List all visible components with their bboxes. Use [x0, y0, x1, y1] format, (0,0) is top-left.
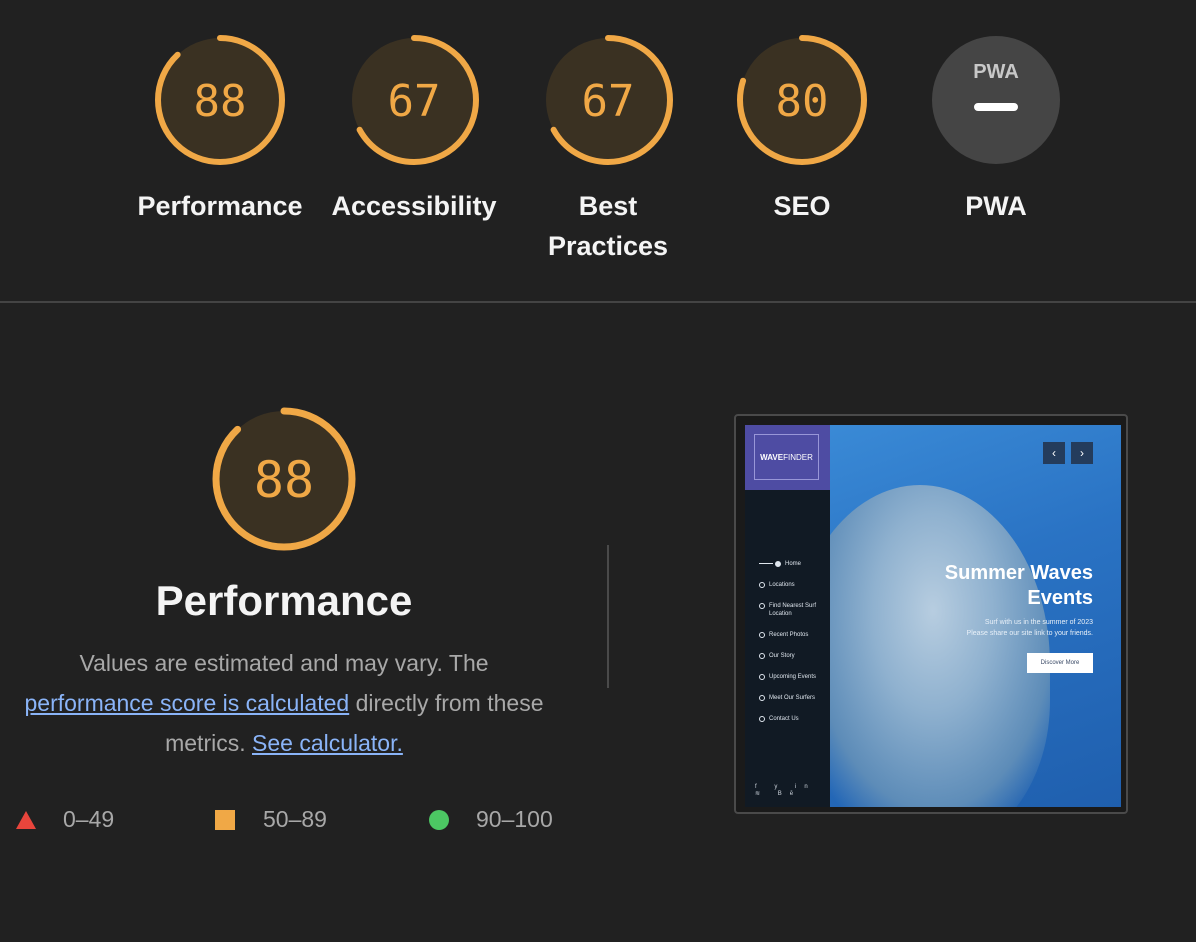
- gauge-label: Performance: [137, 191, 303, 221]
- nav-item: Find Nearest Surf Location: [759, 602, 829, 618]
- gauge-label: PWA: [965, 191, 1027, 221]
- nav-item: Locations: [759, 581, 829, 589]
- next-arrow-icon: ›: [1071, 442, 1093, 464]
- desc-text: Values are estimated and may vary. The: [79, 650, 489, 676]
- score-legend: 0–49 50–89 90–100: [0, 806, 600, 836]
- gauge-ring: 67: [349, 35, 479, 165]
- category-gauges: 88 Performance 67 Accessibility 67 Best …: [0, 0, 1196, 302]
- legend-range: 50–89: [263, 806, 327, 832]
- hero-title: Summer Waves Events: [944, 562, 1093, 609]
- dolphin-image: [830, 485, 1050, 807]
- prev-arrow-icon: ‹: [1043, 442, 1065, 464]
- site-nav: Home Locations Find Nearest Surf Locatio…: [759, 560, 829, 736]
- performance-description: Values are estimated and may vary. The p…: [0, 643, 568, 763]
- gauge-score: 67: [388, 76, 441, 127]
- performance-summary: 88 Performance Values are estimated and …: [0, 405, 568, 763]
- gauge-seo[interactable]: 80 SEO: [702, 32, 902, 226]
- gauge-label: Best Practices: [547, 191, 669, 261]
- gauge-accessibility[interactable]: 67 Accessibility: [314, 32, 514, 226]
- gauge-pwa[interactable]: PWA PWA: [896, 32, 1096, 226]
- nav-item: Our Story: [759, 652, 829, 660]
- gauge-ring: 88: [155, 35, 285, 165]
- vertical-divider: [607, 545, 609, 688]
- gauge-label: SEO: [773, 191, 831, 221]
- legend-range: 90–100: [476, 806, 553, 832]
- gauge-score: 88: [194, 76, 247, 127]
- gauge-score: 67: [582, 76, 635, 127]
- hero-subtitle: Surf with us in the summer of 2023 Please…: [966, 619, 1093, 637]
- gauge-best-practices[interactable]: 67 Best Practices: [508, 32, 708, 266]
- pwa-badge-icon: PWA: [932, 36, 1060, 164]
- score-calculation-link[interactable]: performance score is calculated: [24, 690, 349, 716]
- section-divider: [0, 301, 1196, 303]
- gauge-score: 80: [776, 76, 829, 127]
- nav-item-home: Home: [759, 560, 829, 568]
- logo-bold-text: WAVE: [760, 452, 784, 462]
- gauge-label: Accessibility: [331, 191, 497, 221]
- social-icons: f y in ≋ Bē: [755, 784, 816, 797]
- legend-pass: 90–100: [428, 806, 553, 833]
- gauge-ring: 80: [737, 35, 867, 165]
- site-logo: WAVE FINDER: [754, 434, 819, 480]
- pwa-badge-text: PWA: [973, 61, 1019, 83]
- site-logo-block: WAVE FINDER: [745, 425, 830, 490]
- performance-score: 88: [254, 451, 314, 509]
- triangle-icon: [16, 810, 36, 829]
- logo-light-text: FINDER: [783, 452, 813, 462]
- site-sidebar: WAVE FINDER Home Locations Find Nearest S…: [745, 425, 830, 807]
- legend-fail: 0–49: [15, 806, 114, 833]
- nav-item: Meet Our Surfers: [759, 694, 829, 702]
- gauge-performance[interactable]: 88 Performance: [120, 32, 320, 226]
- square-icon: [215, 809, 235, 830]
- legend-average: 50–89: [215, 806, 327, 833]
- nav-item: Recent Photos: [759, 631, 829, 639]
- nav-item: Upcoming Events: [759, 673, 829, 681]
- pwa-dash-icon: [974, 103, 1018, 111]
- nav-item: Contact Us: [759, 715, 829, 723]
- discover-more-button: Discover More: [1027, 653, 1093, 673]
- page-screenshot[interactable]: WAVE FINDER Home Locations Find Nearest S…: [734, 414, 1128, 814]
- legend-range: 0–49: [63, 806, 115, 832]
- gauge-ring: 67: [543, 35, 673, 165]
- site-hero: ‹ › Summer Waves Events Surf with us in …: [830, 425, 1121, 807]
- performance-gauge: 88: [212, 407, 356, 551]
- see-calculator-link[interactable]: See calculator.: [252, 730, 403, 756]
- circle-icon: [429, 809, 449, 830]
- performance-title: Performance: [155, 577, 413, 624]
